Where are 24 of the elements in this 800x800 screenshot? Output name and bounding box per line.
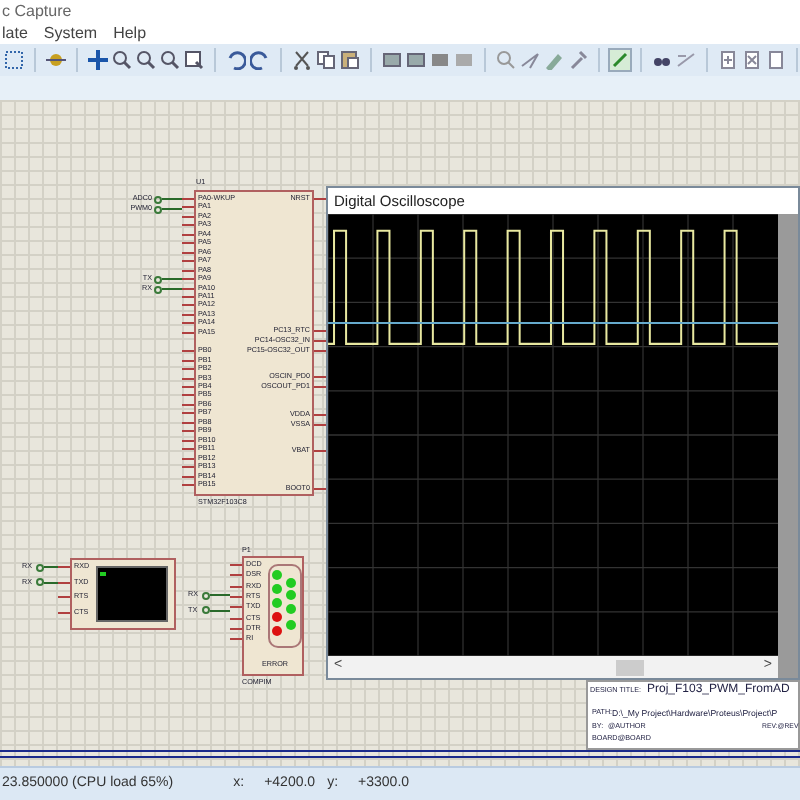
zoom-in-icon[interactable] [112,50,132,70]
paste-icon[interactable] [340,50,360,70]
sheet-icon[interactable] [742,50,762,70]
cut-icon[interactable] [292,50,312,70]
scroll-thumb[interactable] [615,659,644,675]
undo-icon[interactable] [226,50,246,70]
menu-item[interactable]: Help [113,24,147,44]
zoom-icon[interactable] [160,50,180,70]
wrench-icon[interactable] [568,50,588,70]
menu-item[interactable]: late [2,24,28,44]
sheet-icon[interactable] [766,50,786,70]
sheet-icon[interactable] [718,50,738,70]
copy-icon[interactable] [316,50,336,70]
grid-icon[interactable] [4,50,24,70]
menu-item[interactable]: System [43,24,98,44]
zoom-out-icon[interactable] [136,50,156,70]
redo-icon[interactable] [250,50,270,70]
wire-icon[interactable] [610,50,630,70]
zoom-area-icon[interactable] [184,50,204,70]
terminal-screen [96,566,168,622]
move-cross-icon[interactable] [88,50,108,70]
target-icon[interactable] [46,50,66,70]
window-title: c Capture [0,0,74,24]
cursor-mark [100,572,106,576]
